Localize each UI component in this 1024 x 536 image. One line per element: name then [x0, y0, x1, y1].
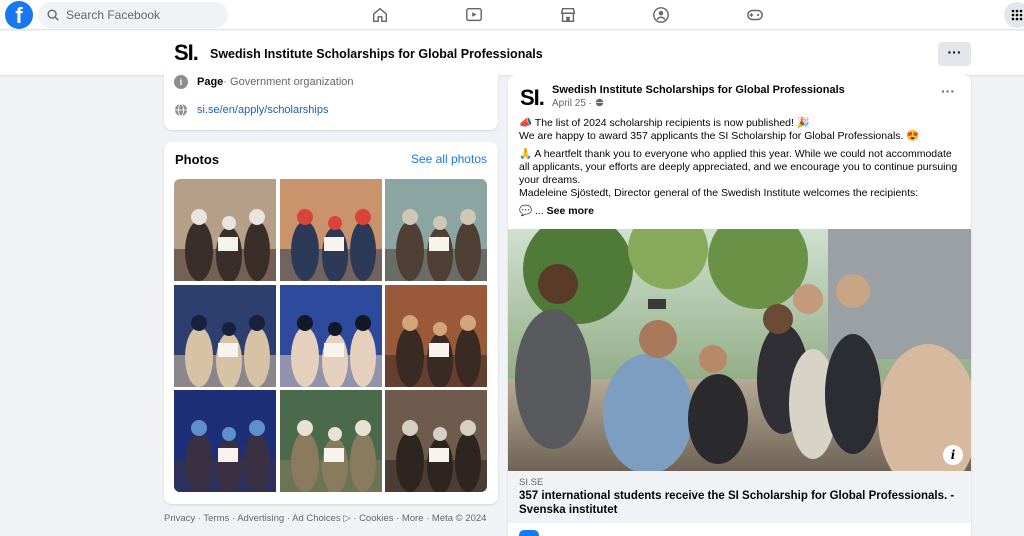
post-date[interactable]: April 25 · [552, 98, 604, 109]
post-text: 📣 The list of 2024 scholarship recipient… [519, 117, 961, 223]
post-author-name[interactable]: Swedish Institute Scholarships for Globa… [552, 84, 845, 96]
reactions-icon[interactable] [519, 530, 539, 536]
home-icon[interactable] [371, 6, 389, 24]
photo-6[interactable] [385, 284, 487, 387]
link-title: 357 international students receive the S… [519, 490, 955, 516]
search-placeholder: Search Facebook [66, 8, 161, 22]
see-more-link[interactable]: See more [547, 205, 594, 217]
photo-1[interactable] [174, 179, 276, 281]
page-logo[interactable]: SI. [174, 41, 199, 65]
post-card: SI. Swedish Institute Scholarships for G… [508, 75, 971, 536]
watch-icon[interactable] [465, 6, 483, 24]
website-row: si.se/en/apply/scholarships [174, 103, 328, 117]
photo-3[interactable] [385, 179, 487, 281]
search-icon [47, 9, 59, 21]
post-line-1: 📣 The list of 2024 scholarship recipient… [519, 117, 810, 129]
post-line: 📣 The list of 2024 scholarship recipient… [519, 117, 961, 143]
info-icon[interactable]: i [943, 445, 963, 465]
top-navigation-bar: f Search Facebook [0, 0, 1024, 30]
page-more-button[interactable]: ··· [938, 42, 971, 66]
photo-5[interactable] [279, 284, 382, 387]
globe-icon [175, 103, 187, 117]
post-image[interactable]: i [508, 229, 971, 471]
link-preview[interactable]: SI.SE 357 international students receive… [508, 471, 971, 523]
search-box[interactable]: Search Facebook [38, 2, 228, 28]
category-label: Page [197, 76, 224, 88]
marketplace-icon[interactable] [559, 6, 577, 24]
post-author-avatar[interactable]: SI. [520, 85, 545, 111]
menu-button[interactable] [1004, 2, 1024, 28]
post-line-5: 💬 ... [519, 205, 547, 217]
post-line-4: Madeleine Sjöstedt, Director general of … [519, 187, 919, 199]
groups-icon[interactable] [652, 6, 670, 24]
see-all-photos-link[interactable]: See all photos [411, 152, 487, 166]
photos-title: Photos [175, 152, 220, 167]
page-header: SI. Swedish Institute Scholarships for G… [0, 31, 1024, 75]
post-line-2: We are happy to award 357 applicants the… [519, 130, 920, 142]
photo-grid [174, 179, 487, 492]
category-value: · Government organization [223, 76, 354, 88]
post-line-3: 🙏 A heartfelt thank you to everyone who … [519, 148, 958, 186]
category-row: i Page · Government organization [174, 75, 354, 89]
photo-8[interactable] [279, 390, 382, 492]
photo-9[interactable] [385, 390, 487, 492]
intro-card: i Page · Government organization si.se/e… [164, 66, 498, 130]
facebook-logo[interactable]: f [5, 1, 33, 29]
website-link[interactable]: si.se/en/apply/scholarships [197, 104, 328, 116]
students-photo [508, 229, 971, 471]
post-options-icon[interactable]: ··· [941, 83, 955, 99]
grid-icon [1011, 9, 1023, 21]
info-icon: i [174, 75, 188, 89]
photos-card: Photos See all photos [164, 142, 498, 504]
post-date-text: April 25 · [552, 98, 595, 109]
photo-7[interactable] [174, 390, 276, 492]
post-line: 💬 ... See more [519, 205, 961, 218]
page-name[interactable]: Swedish Institute Scholarships for Globa… [210, 47, 543, 61]
post-line: 🙏 A heartfelt thank you to everyone who … [519, 148, 961, 200]
footer-links[interactable]: Privacy · Terms · Advertising · Ad Choic… [164, 513, 486, 524]
globe-icon [595, 98, 604, 107]
photo-2[interactable] [279, 179, 382, 281]
photo-4[interactable] [174, 284, 276, 387]
link-domain: SI.SE [519, 477, 544, 488]
gaming-icon[interactable] [746, 6, 764, 24]
